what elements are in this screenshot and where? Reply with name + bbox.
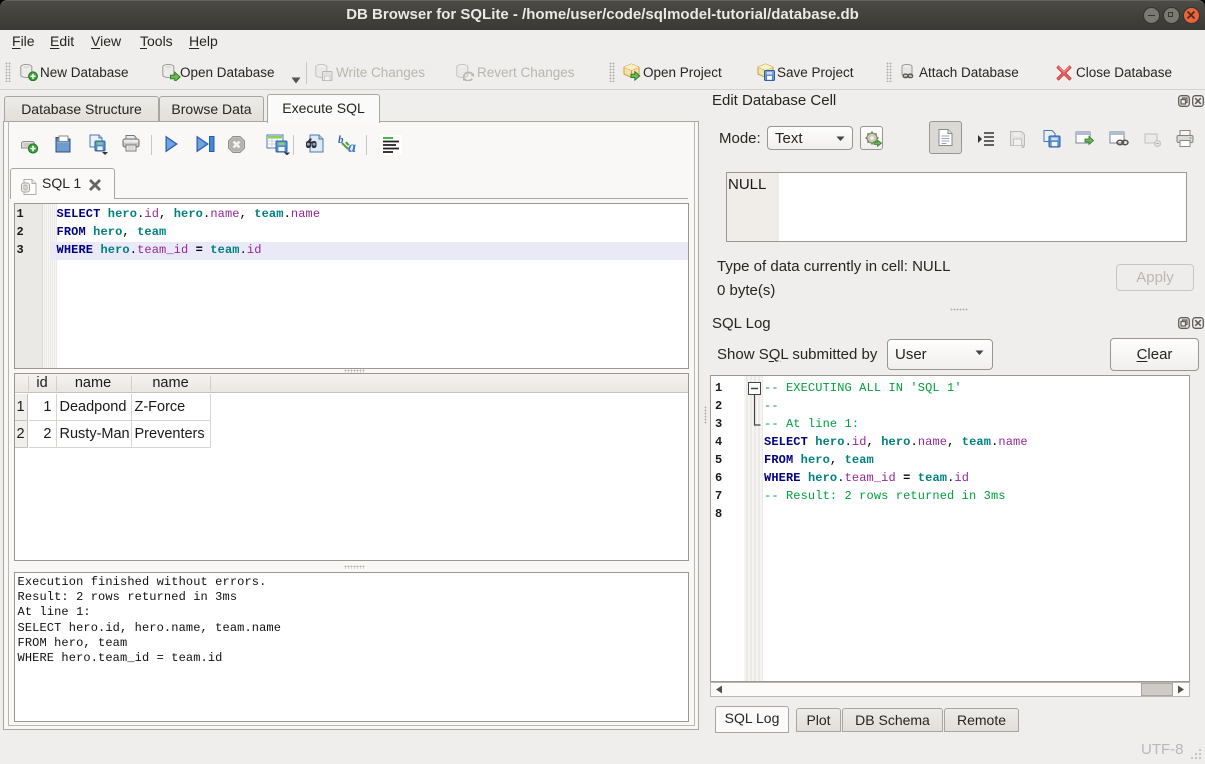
svg-text:a: a (348, 139, 356, 155)
